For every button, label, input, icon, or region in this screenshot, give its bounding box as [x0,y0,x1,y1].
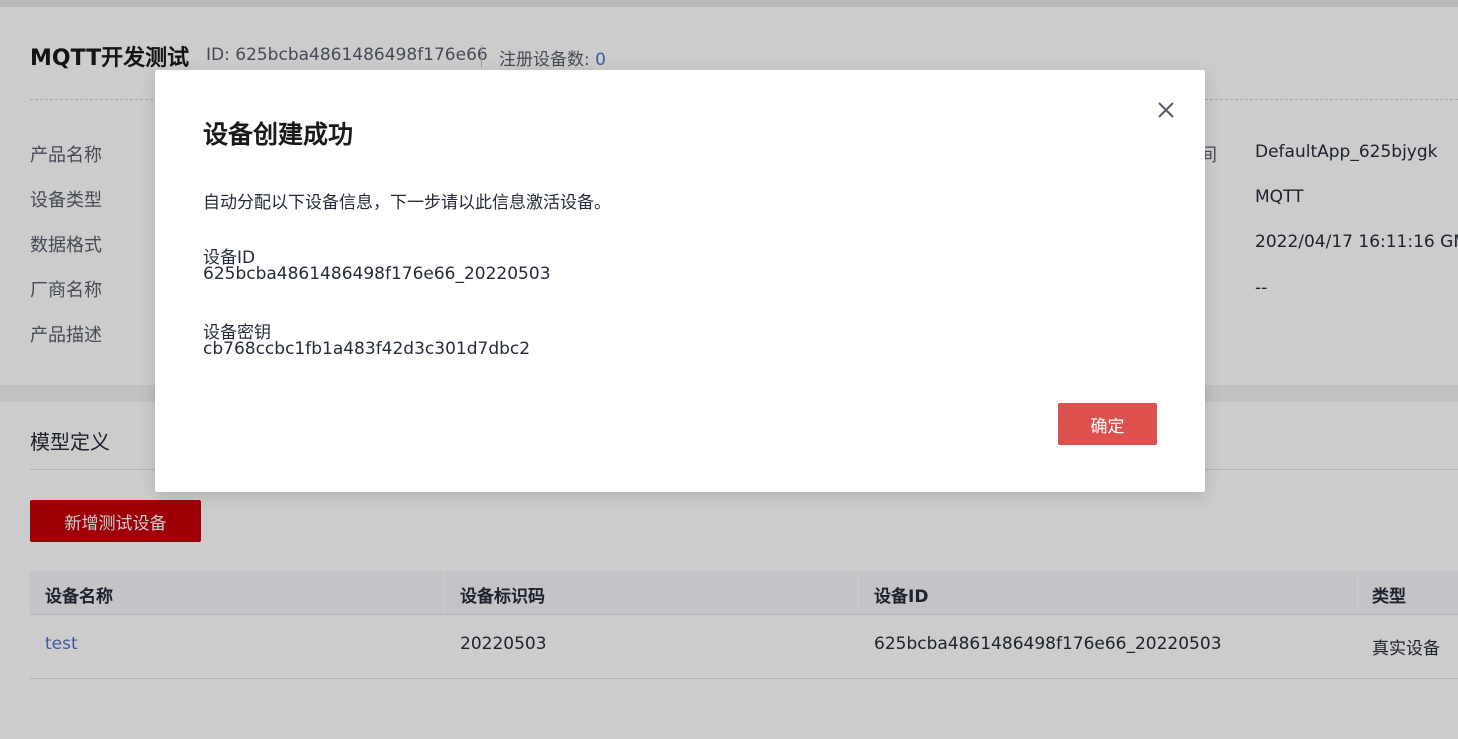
confirm-button[interactable]: 确定 [1058,403,1157,445]
device-secret-value: cb768ccbc1fb1a483f42d3c301d7dbc2 [203,339,531,359]
device-id-value: 625bcba4861486498f176e66_20220503 [203,264,551,284]
close-icon[interactable] [1153,97,1179,123]
dialog-title: 设备创建成功 [203,120,354,149]
dialog-description: 自动分配以下设备信息，下一步请以此信息激活设备。 [203,193,611,213]
device-created-dialog: 设备创建成功 自动分配以下设备信息，下一步请以此信息激活设备。 设备ID 625… [155,70,1205,492]
